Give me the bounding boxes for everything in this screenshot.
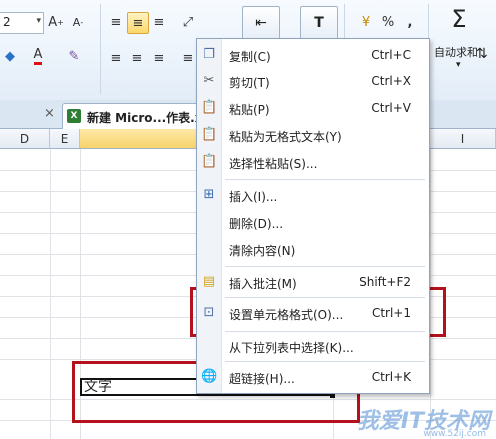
hyperlink-icon: 🌐 xyxy=(201,369,218,384)
comma-button[interactable]: , xyxy=(400,12,420,32)
spreadsheet-file-icon: X xyxy=(67,109,81,123)
column-header-e[interactable]: E xyxy=(50,129,80,149)
text-box-button[interactable]: T xyxy=(300,6,338,40)
menu-item-paste[interactable]: 📋 粘贴(P) Ctrl+V xyxy=(197,96,429,120)
text-direction-icon[interactable]: ⤢ xyxy=(178,12,198,32)
indent-button[interactable]: ⇤ xyxy=(242,6,280,40)
menu-item-insert[interactable]: ⊞ 插入(I)... xyxy=(197,183,429,207)
scissors-icon: ✂ xyxy=(203,73,215,88)
grow-font-button[interactable]: A + xyxy=(46,12,66,32)
tab-document[interactable]: X 新建 Micro...作表.x xyxy=(62,103,214,129)
menu-separator xyxy=(225,361,425,362)
sort-icon[interactable]: ⇅ xyxy=(476,46,488,62)
close-icon[interactable]: × xyxy=(44,106,55,121)
column-header-i[interactable]: I xyxy=(430,129,496,149)
menu-item-pick-from-list[interactable]: 从下拉列表中选择(K)... xyxy=(197,334,429,358)
column-header-d[interactable]: D xyxy=(0,129,50,149)
shrink-font-button[interactable]: A- xyxy=(68,12,88,32)
grid-line xyxy=(50,149,51,439)
font-color-button[interactable]: A xyxy=(28,46,48,66)
paste-icon: 📋 xyxy=(201,100,218,115)
tab-title: 新建 Micro...作表.x xyxy=(87,111,203,125)
watermark-url: www.52ij.com xyxy=(423,429,486,439)
clear-format-icon[interactable]: ✎ xyxy=(64,46,84,66)
menu-item-delete[interactable]: 删除(D)... xyxy=(197,210,429,234)
paste-text-icon: 📋 xyxy=(201,127,218,142)
menu-item-copy[interactable]: ❐ 复制(C) Ctrl+C xyxy=(197,43,429,67)
context-menu: ❐ 复制(C) Ctrl+C ✂ 剪切(T) Ctrl+X 📋 粘贴(P) Ct… xyxy=(196,38,430,394)
currency-icon[interactable]: ¥ xyxy=(356,12,376,32)
fill-color-icon[interactable]: ◆ xyxy=(0,46,20,66)
font-size-select[interactable]: 2 ▾ xyxy=(0,12,44,34)
menu-item-paste-special[interactable]: 📋 选择性粘贴(S)... xyxy=(197,150,429,174)
format-cells-icon: ⊡ xyxy=(203,305,215,320)
autosum-label[interactable]: 自动求和 xyxy=(434,44,478,60)
group-divider xyxy=(100,4,101,94)
align-middle-button[interactable]: ≡ xyxy=(127,12,149,34)
autosum-icon[interactable]: Σ xyxy=(444,4,474,34)
copy-icon: ❐ xyxy=(203,47,215,62)
align-bottom-button[interactable]: ≡ xyxy=(149,12,169,32)
font-size-value: 2 xyxy=(3,15,11,29)
align-top-button[interactable]: ≡ xyxy=(106,12,126,32)
align-right-button[interactable]: ≡ xyxy=(149,48,169,68)
menu-item-cut[interactable]: ✂ 剪切(T) Ctrl+X xyxy=(197,69,429,93)
menu-separator xyxy=(225,297,425,298)
chevron-down-icon[interactable]: ▾ xyxy=(456,60,461,70)
menu-item-format-cells[interactable]: ⊡ 设置单元格格式(O)... Ctrl+1 xyxy=(197,301,429,325)
menu-item-insert-comment[interactable]: ▤ 插入批注(M) Shift+F2 xyxy=(197,270,429,294)
align-left-button[interactable]: ≡ xyxy=(106,48,126,68)
justify-button[interactable]: ≡ xyxy=(178,48,198,68)
menu-item-clear[interactable]: 清除内容(N) xyxy=(197,237,429,261)
chevron-down-icon: ▾ xyxy=(36,16,41,26)
column-header-f[interactable] xyxy=(80,129,198,149)
menu-item-hyperlink[interactable]: 🌐 超链接(H)... Ctrl+K xyxy=(197,365,429,389)
menu-item-paste-plain[interactable]: 📋 粘贴为无格式文本(Y) xyxy=(197,123,429,147)
menu-separator xyxy=(225,331,425,332)
percent-button[interactable]: % xyxy=(378,12,398,32)
insert-icon: ⊞ xyxy=(203,187,215,202)
paste-special-icon: 📋 xyxy=(201,154,218,169)
menu-separator xyxy=(225,179,425,180)
align-center-button[interactable]: ≡ xyxy=(127,48,147,68)
menu-separator xyxy=(225,266,425,267)
comment-icon: ▤ xyxy=(202,274,216,289)
